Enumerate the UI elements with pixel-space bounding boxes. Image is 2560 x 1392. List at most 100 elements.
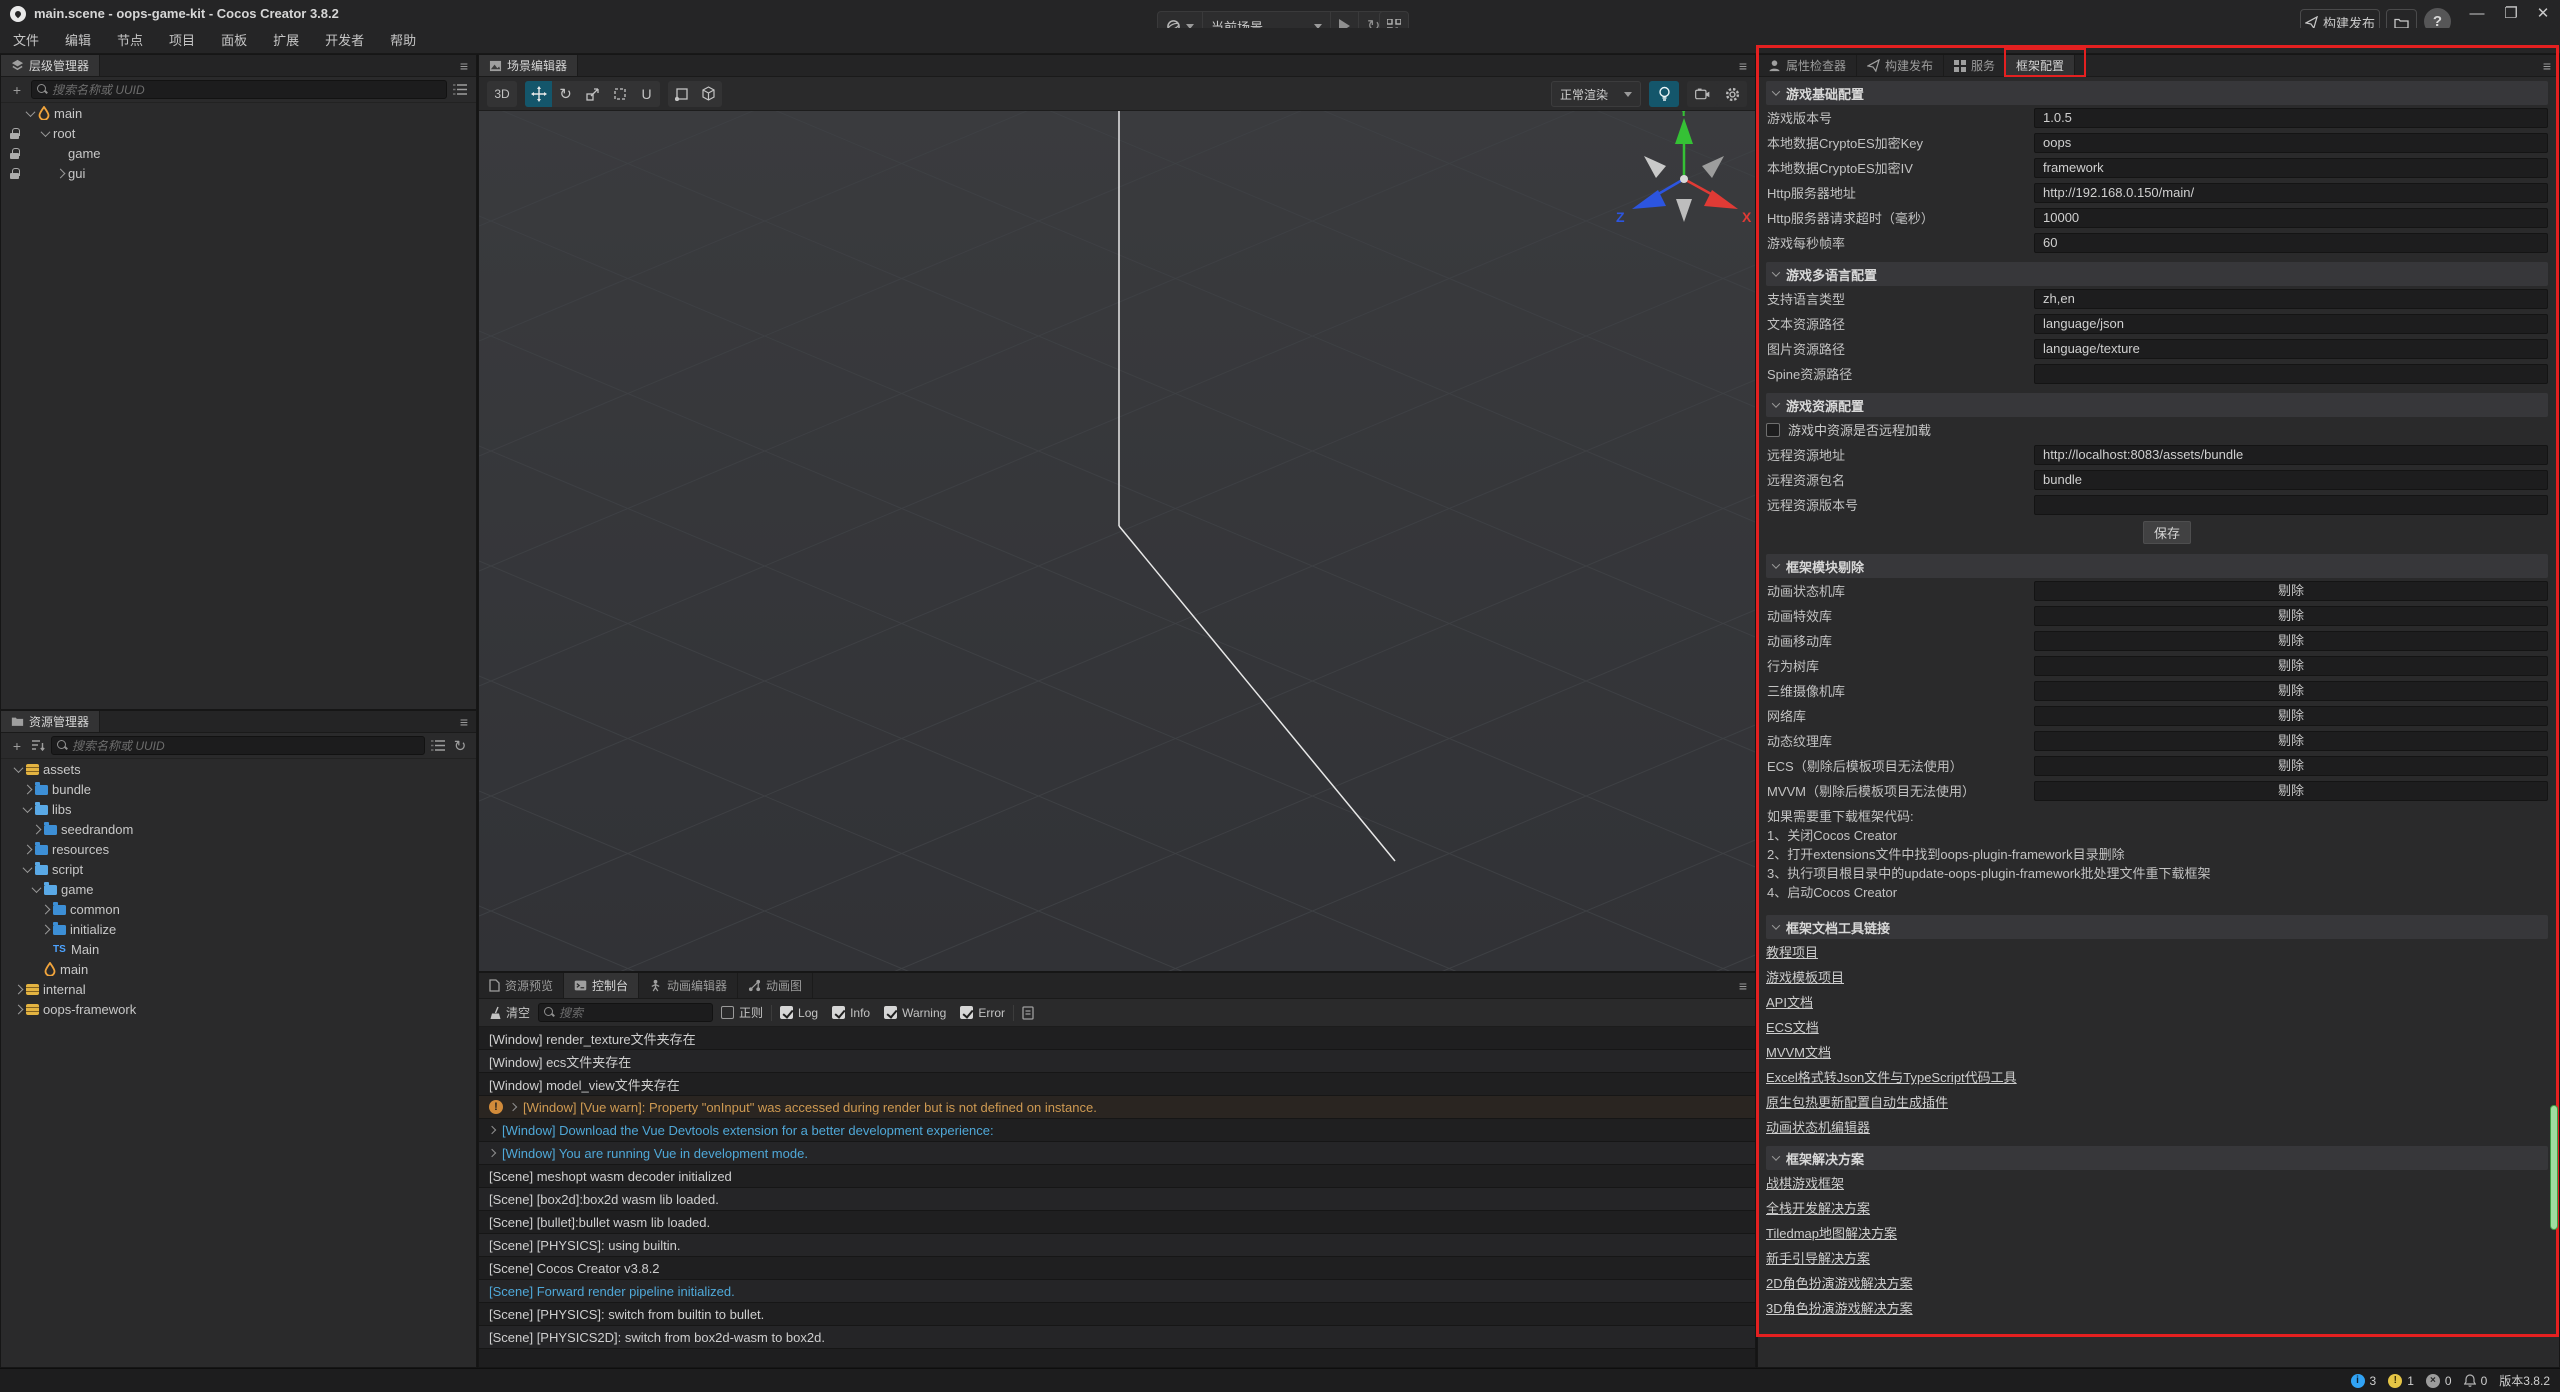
panel-menu-icon[interactable]: ≡: [460, 711, 468, 733]
console-log-row[interactable]: [Window] You are running Vue in developm…: [479, 1142, 1755, 1165]
console-log-row[interactable]: [Scene] Cocos Creator v3.8.2: [479, 1257, 1755, 1280]
menu-项目[interactable]: 项目: [156, 28, 208, 54]
tab-assets[interactable]: 资源管理器: [1, 711, 100, 732]
input-Http服务器请求超时（毫秒）[interactable]: [2034, 208, 2548, 228]
maximize-button[interactable]: ❐: [2496, 0, 2526, 28]
panel-menu-icon[interactable]: ≡: [1739, 973, 1747, 999]
log-file-icon[interactable]: [1022, 1006, 1034, 1020]
input-远程资源版本号[interactable]: [2034, 495, 2548, 515]
chevron-right-icon[interactable]: [32, 824, 42, 834]
remove-module-button[interactable]: 剔除: [2034, 606, 2548, 626]
input-图片资源路径[interactable]: [2034, 339, 2548, 359]
console-tab-动画编辑器[interactable]: 动画编辑器: [639, 973, 738, 998]
assets-node-script[interactable]: script: [1, 859, 476, 879]
menu-开发者[interactable]: 开发者: [312, 28, 377, 54]
solution-link[interactable]: 战棋游戏框架: [1766, 1173, 1844, 1192]
filter-Error[interactable]: Error: [960, 1006, 1005, 1020]
rotate-tool-button[interactable]: ↻: [552, 81, 579, 107]
chevron-right-icon[interactable]: [14, 984, 24, 994]
console-search-input[interactable]: [559, 1006, 707, 1020]
doc-link[interactable]: API文档: [1766, 992, 1813, 1011]
solution-link[interactable]: 全栈开发解决方案: [1766, 1198, 1870, 1217]
assets-node-initialize[interactable]: initialize: [1, 919, 476, 939]
remove-module-button[interactable]: 剔除: [2034, 731, 2548, 751]
toggle-3d-button[interactable]: 3D: [487, 81, 517, 107]
rect-tool-button[interactable]: [606, 81, 633, 107]
sort-icon[interactable]: [31, 739, 45, 752]
console-tab-资源预览[interactable]: 资源预览: [479, 973, 564, 998]
status-info-counter[interactable]: i 3: [2351, 1374, 2377, 1388]
expand-chevron-icon[interactable]: [509, 1103, 517, 1111]
input-远程资源地址[interactable]: [2034, 445, 2548, 465]
input-游戏每秒帧率[interactable]: [2034, 233, 2548, 253]
console-log-row[interactable]: [Scene] meshopt wasm decoder initialized: [479, 1165, 1755, 1188]
doc-link[interactable]: 游戏模板项目: [1766, 967, 1844, 986]
input-本地数据CryptoES加密IV[interactable]: [2034, 158, 2548, 178]
console-log-row[interactable]: [Scene] [PHYSICS2D]: switch from box2d-w…: [479, 1326, 1755, 1349]
status-notifications[interactable]: 0: [2464, 1374, 2488, 1388]
remove-module-button[interactable]: 剔除: [2034, 706, 2548, 726]
lighting-toggle-button[interactable]: [1649, 81, 1679, 107]
console-log-row[interactable]: [Window] Download the Vue Devtools exten…: [479, 1119, 1755, 1142]
chevron-right-icon[interactable]: [14, 1004, 24, 1014]
chevron-down-icon[interactable]: [23, 803, 33, 813]
section-header[interactable]: 游戏多语言配置: [1766, 262, 2548, 286]
ui-anchor-tool-button[interactable]: U: [633, 81, 660, 107]
chevron-down-icon[interactable]: [32, 883, 42, 893]
hierarchy-node-game[interactable]: game: [1, 143, 476, 163]
section-header[interactable]: 游戏基础配置: [1766, 81, 2548, 105]
console-search-box[interactable]: [538, 1003, 713, 1022]
menu-面板[interactable]: 面板: [208, 28, 260, 54]
section-header[interactable]: 游戏资源配置: [1766, 393, 2548, 417]
filter-Info[interactable]: Info: [832, 1006, 870, 1020]
close-button[interactable]: ✕: [2528, 0, 2558, 28]
input-文本资源路径[interactable]: [2034, 314, 2548, 334]
inspector-tab-构建发布[interactable]: 构建发布: [1857, 55, 1944, 76]
remote-load-checkbox-row[interactable]: 游戏中资源是否远程加载: [1766, 417, 2548, 442]
inspector-tab-框架配置[interactable]: 框架配置: [2006, 55, 2075, 76]
assets-node-oops-framework[interactable]: oops-framework: [1, 999, 476, 1019]
scene-viewport[interactable]: Y X Z: [479, 111, 1755, 971]
doc-link[interactable]: ECS文档: [1766, 1017, 1819, 1036]
console-log-row[interactable]: [Window] ecs文件夹存在: [479, 1050, 1755, 1073]
hierarchy-node-main[interactable]: main: [1, 103, 476, 123]
checkbox-checked-icon[interactable]: [960, 1006, 973, 1019]
assets-node-seedrandom[interactable]: seedrandom: [1, 819, 476, 839]
filter-Warning[interactable]: Warning: [884, 1006, 946, 1020]
regex-toggle[interactable]: 正则: [721, 1004, 763, 1021]
input-本地数据CryptoES加密Key[interactable]: [2034, 133, 2548, 153]
coordinate-space-button[interactable]: [695, 81, 722, 107]
doc-link[interactable]: Excel格式转Json文件与TypeScript代码工具: [1766, 1067, 2017, 1086]
pivot-mode-button[interactable]: [668, 81, 695, 107]
section-header[interactable]: 框架文档工具链接: [1766, 915, 2548, 939]
doc-link[interactable]: MVVM文档: [1766, 1042, 1831, 1061]
move-tool-button[interactable]: [525, 81, 552, 107]
console-clear-button[interactable]: 清空: [489, 1004, 530, 1021]
menu-扩展[interactable]: 扩展: [260, 28, 312, 54]
console-log-row[interactable]: [Window] model_view文件夹存在: [479, 1073, 1755, 1096]
assets-node-libs[interactable]: libs: [1, 799, 476, 819]
tab-scene-editor[interactable]: 场景编辑器: [479, 55, 578, 76]
checkbox-checked-icon[interactable]: [780, 1006, 793, 1019]
create-node-button[interactable]: +: [9, 82, 25, 98]
section-header[interactable]: 框架解决方案: [1766, 1146, 2548, 1170]
chevron-right-icon[interactable]: [23, 844, 33, 854]
status-error-counter[interactable]: × 0: [2426, 1374, 2452, 1388]
console-tab-控制台[interactable]: 控制台: [564, 973, 639, 998]
assets-node-bundle[interactable]: bundle: [1, 779, 476, 799]
solution-link[interactable]: 2D角色扮演游戏解决方案: [1766, 1273, 1913, 1292]
input-远程资源包名[interactable]: [2034, 470, 2548, 490]
status-warning-counter[interactable]: ! 1: [2388, 1374, 2414, 1388]
assets-node-common[interactable]: common: [1, 899, 476, 919]
assets-node-Main[interactable]: TSMain: [1, 939, 476, 959]
doc-link[interactable]: 原生包热更新配置自动生成插件: [1766, 1092, 1948, 1111]
checkbox-checked-icon[interactable]: [832, 1006, 845, 1019]
checkbox-checked-icon[interactable]: [884, 1006, 897, 1019]
input-游戏版本号[interactable]: [2034, 108, 2548, 128]
scene-settings-button[interactable]: [1717, 81, 1747, 107]
console-log-row[interactable]: [Scene] [PHYSICS]: using builtin.: [479, 1234, 1755, 1257]
menu-文件[interactable]: 文件: [0, 28, 52, 54]
checkbox-unchecked-icon[interactable]: [1766, 423, 1780, 437]
chevron-right-icon[interactable]: [56, 168, 66, 178]
chevron-down-icon[interactable]: [41, 127, 51, 137]
